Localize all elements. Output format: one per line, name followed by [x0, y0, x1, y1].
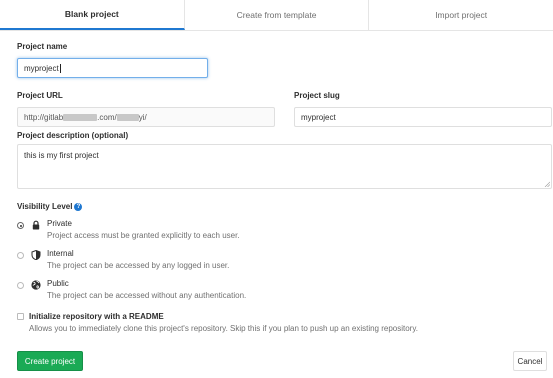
visibility-radio-public[interactable] [17, 282, 24, 289]
redacted-user [116, 113, 139, 121]
visibility-radio-internal[interactable] [17, 252, 24, 259]
project-slug-input[interactable]: myproject [294, 107, 552, 127]
project-url-field: http://gitlab .com/ yi/ [17, 107, 275, 127]
project-url-middle: .com/ [97, 112, 117, 122]
redacted-host [63, 113, 98, 121]
tab-create-from-template[interactable]: Create from template [185, 0, 370, 30]
question-circle-icon[interactable]: ? [74, 202, 83, 211]
project-tabs: Blank project Create from template Impor… [0, 0, 553, 31]
cancel-button[interactable]: Cancel [513, 351, 547, 371]
visibility-level-text: Visibility Level [17, 202, 73, 211]
project-url-suffix: yi/ [138, 112, 147, 122]
project-name-value: myproject [24, 63, 59, 73]
resize-grip-icon[interactable] [544, 181, 550, 187]
visibility-desc-public: The project can be accessed without any … [47, 291, 247, 300]
visibility-title-public: Public [47, 279, 69, 288]
visibility-radio-private[interactable] [17, 222, 24, 229]
project-description-value: this is my first project [24, 151, 99, 160]
readme-description: Allows you to immediately clone this pro… [29, 324, 418, 333]
visibility-desc-private: Project access must be granted explicitl… [47, 231, 240, 240]
project-description-textarea[interactable]: this is my first project [17, 144, 552, 189]
text-cursor [59, 63, 61, 73]
project-url-label: Project URL [17, 91, 63, 100]
visibility-desc-internal: The project can be accessed by any logge… [47, 261, 230, 270]
project-name-label: Project name [17, 42, 68, 51]
project-slug-label: Project slug [294, 91, 340, 100]
project-url-prefix: http://gitlab [24, 112, 64, 122]
tab-import-project[interactable]: Import project [369, 0, 553, 30]
readme-checkbox[interactable] [17, 313, 24, 320]
readme-label[interactable]: Initialize repository with a README [29, 312, 164, 321]
project-name-input[interactable]: myproject [17, 58, 208, 78]
lock-icon [32, 220, 40, 230]
visibility-title-internal: Internal [47, 249, 74, 258]
project-description-label: Project description (optional) [17, 131, 129, 140]
create-project-button[interactable]: Create project [17, 351, 83, 371]
globe-icon [31, 280, 41, 290]
visibility-title-private: Private [47, 219, 72, 228]
visibility-level-label: Visibility Level? [17, 202, 83, 211]
tab-blank-project[interactable]: Blank project [0, 0, 185, 30]
shield-icon [31, 250, 41, 260]
project-slug-value: myproject [301, 112, 336, 122]
